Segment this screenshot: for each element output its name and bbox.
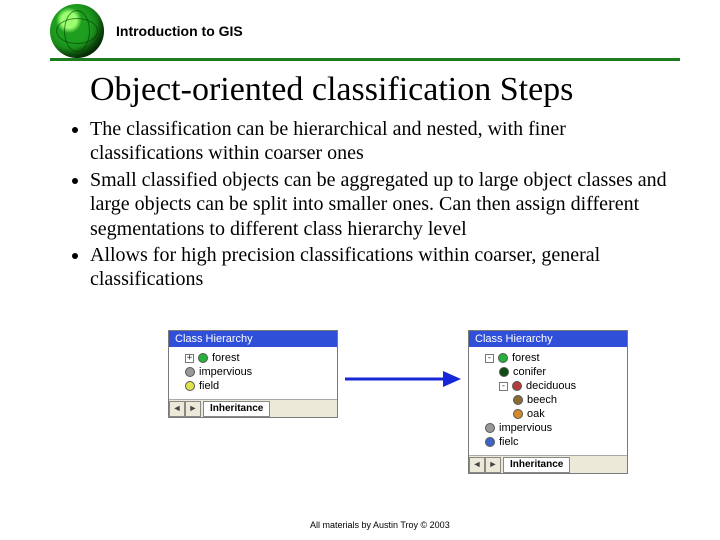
tree-label: forest (212, 352, 240, 364)
tree-label: beech (527, 394, 557, 406)
panel-footer: ◄ ► Inheritance (169, 399, 337, 417)
tree-row[interactable]: impervious (173, 365, 333, 379)
tree-label: impervious (199, 366, 252, 378)
tree-label: fielc (499, 436, 519, 448)
expander-icon[interactable]: - (499, 382, 508, 391)
tree-row[interactable]: - forest (473, 351, 623, 365)
tree-row[interactable]: field (173, 379, 333, 393)
tree-right: - forest conifer - deciduous beech oak (469, 347, 627, 455)
bullet-item: The classification can be hierarchical a… (90, 117, 680, 166)
class-color-icon (498, 353, 508, 363)
credit-line: All materials by Austin Troy © 2003 (310, 520, 450, 530)
tree-left: + forest impervious field (169, 347, 337, 399)
arrow-icon (338, 368, 468, 390)
class-color-icon (185, 381, 195, 391)
class-color-icon (513, 409, 523, 419)
panel-title: Class Hierarchy (469, 331, 627, 347)
tree-row[interactable]: + forest (173, 351, 333, 365)
tree-label: conifer (513, 366, 546, 378)
course-title: Introduction to GIS (116, 23, 243, 39)
class-color-icon (198, 353, 208, 363)
tab-inheritance[interactable]: Inheritance (503, 457, 570, 473)
scroll-left-button[interactable]: ◄ (169, 401, 185, 417)
class-color-icon (499, 367, 509, 377)
tree-row[interactable]: impervious (473, 421, 623, 435)
tree-row[interactable]: beech (473, 393, 623, 407)
scroll-right-button[interactable]: ► (185, 401, 201, 417)
class-hierarchy-panel-right: Class Hierarchy - forest conifer - decid… (468, 330, 628, 474)
header-rule (50, 58, 680, 61)
class-color-icon (512, 381, 522, 391)
tree-label: field (199, 380, 219, 392)
bullet-item: Small classified objects can be aggregat… (90, 168, 680, 241)
class-color-icon (513, 395, 523, 405)
class-color-icon (485, 437, 495, 447)
tree-label: impervious (499, 422, 552, 434)
panel-footer: ◄ ► Inheritance (469, 455, 627, 473)
bullet-list: The classification can be hierarchical a… (70, 117, 680, 292)
scroll-left-button[interactable]: ◄ (469, 457, 485, 473)
class-color-icon (185, 367, 195, 377)
hierarchy-panels: Class Hierarchy + forest impervious fiel… (168, 330, 628, 474)
tree-row[interactable]: oak (473, 407, 623, 421)
class-hierarchy-panel-left: Class Hierarchy + forest impervious fiel… (168, 330, 338, 418)
expander-icon[interactable]: + (185, 354, 194, 363)
tree-row[interactable]: conifer (473, 365, 623, 379)
panel-title: Class Hierarchy (169, 331, 337, 347)
tree-label: forest (512, 352, 540, 364)
slide-title: Object-oriented classification Steps (90, 71, 720, 109)
tree-row[interactable]: fielc (473, 435, 623, 449)
tree-label: oak (527, 408, 545, 420)
scroll-right-button[interactable]: ► (485, 457, 501, 473)
tree-row[interactable]: - deciduous (473, 379, 623, 393)
globe-icon (50, 4, 104, 58)
expander-icon[interactable]: - (485, 354, 494, 363)
tree-label: deciduous (526, 380, 576, 392)
slide-header: Introduction to GIS (0, 0, 720, 58)
bullet-item: Allows for high precision classification… (90, 243, 680, 292)
class-color-icon (485, 423, 495, 433)
tab-inheritance[interactable]: Inheritance (203, 401, 270, 417)
